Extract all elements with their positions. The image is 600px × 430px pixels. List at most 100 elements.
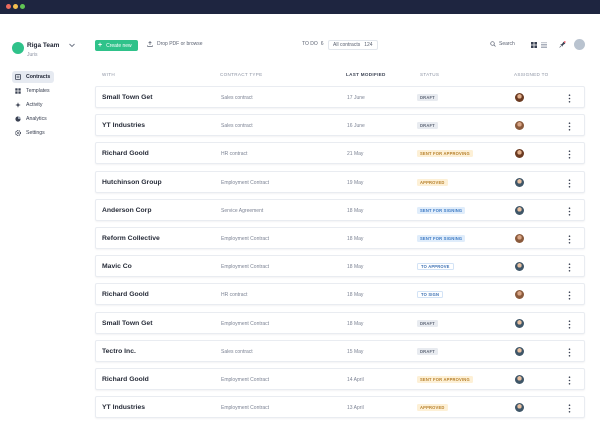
assignee-avatar[interactable] <box>515 374 524 384</box>
grid-view-icon[interactable] <box>531 42 537 48</box>
table-row[interactable]: Richard Goold Employment Contract 14 April… <box>95 367 585 390</box>
more-options-icon[interactable] <box>568 348 571 357</box>
column-header-with[interactable]: WITH <box>102 72 115 77</box>
sidebar-item-contracts[interactable]: Contracts <box>12 71 54 83</box>
table-row[interactable]: Small Town Get Employment Contract 18 May D… <box>95 311 585 334</box>
status-badge: DRAFT <box>417 94 438 101</box>
table-row[interactable]: Tectro Inc. Sales contract 15 May DRAFT <box>95 339 585 362</box>
more-options-icon[interactable] <box>568 178 571 188</box>
list-view-icon[interactable] <box>541 42 547 48</box>
contract-type: Employment Contract <box>221 235 270 242</box>
team-switcher[interactable]: Riga Team Juris <box>12 40 82 68</box>
table-row[interactable]: Hutchinson Group Employment Contract 19 Ma… <box>95 170 585 193</box>
status-badge: TO SIGN <box>417 291 444 299</box>
close-window-button[interactable] <box>6 4 11 9</box>
more-options-icon[interactable] <box>568 376 571 385</box>
user-avatar[interactable] <box>574 39 585 50</box>
contract-type: HR contract <box>221 151 248 158</box>
search-icon <box>490 41 496 47</box>
contract-type: Employment Contract <box>221 264 270 271</box>
table-row[interactable]: Richard Goold HR contract 18 May TO SIGN <box>95 283 585 306</box>
contract-type: Employment Contract <box>221 376 270 383</box>
sidebar-item-activity[interactable]: Activity <box>12 99 54 111</box>
contract-party: Richard Goold <box>102 150 149 158</box>
more-options-icon[interactable] <box>568 207 571 216</box>
assignee-avatar[interactable] <box>515 149 524 159</box>
more-options-icon[interactable] <box>568 291 571 300</box>
contracts-icon <box>15 74 21 80</box>
more-options-icon[interactable] <box>568 94 571 103</box>
all-contracts-filter[interactable]: All contracts 124 <box>328 40 378 50</box>
todo-count: 6 <box>320 41 324 47</box>
search-label: Search <box>499 41 515 47</box>
table-header: WITH CONTRACT TYPE LAST MODIFIED STATUS … <box>102 72 582 80</box>
last-modified: 18 May <box>347 207 364 214</box>
sidebar-item-settings[interactable]: Settings <box>12 127 54 139</box>
chevron-down-icon[interactable] <box>68 41 76 49</box>
contract-party: YT Industries <box>102 122 146 130</box>
last-modified: 18 May <box>347 320 364 327</box>
create-new-label: Create new <box>106 42 132 49</box>
contracts-list: Small Town Get Sales contract 17 June DRAFT… <box>95 86 585 424</box>
more-options-icon[interactable] <box>568 319 571 329</box>
status-badge: DRAFT <box>417 347 438 355</box>
contract-type: Employment Contract <box>221 320 270 327</box>
status-badge: DRAFT <box>417 122 438 130</box>
sidebar-item-analytics[interactable]: Analytics <box>12 113 54 125</box>
pin-icon[interactable] <box>559 41 566 48</box>
table-row[interactable]: Anderson Corp Service Agreement 18 May SENT… <box>95 198 585 221</box>
assignee-avatar[interactable] <box>515 318 524 328</box>
assignee-avatar[interactable] <box>515 262 524 272</box>
assignee-avatar[interactable] <box>515 346 524 356</box>
assignee-avatar[interactable] <box>515 205 524 215</box>
maximize-window-button[interactable] <box>20 4 25 9</box>
status-badge: SENT FOR APPROVING <box>417 150 473 158</box>
table-row[interactable]: Small Town Get Sales contract 17 June DRAFT <box>95 86 585 108</box>
team-user: Juris <box>27 52 38 58</box>
todo-label: TO DO <box>302 41 318 47</box>
contract-party: Mavic Co <box>102 263 132 271</box>
status-badge: SENT FOR SIGNING <box>417 234 466 242</box>
last-modified: 18 May <box>347 292 364 299</box>
last-modified: 18 May <box>347 235 364 242</box>
column-header-type[interactable]: CONTRACT TYPE <box>220 72 263 77</box>
last-modified: 14 April <box>347 376 364 383</box>
status-badge: SENT FOR SIGNING <box>417 206 466 214</box>
contract-type: Employment Contract <box>221 405 270 412</box>
table-row[interactable]: YT Industries Sales contract 16 June DRAFT <box>95 114 585 137</box>
column-header-status[interactable]: STATUS <box>420 72 439 77</box>
column-header-modified[interactable]: LAST MODIFIED <box>346 72 386 77</box>
sidebar-nav: Contracts Templates Activity Analytics S… <box>12 71 54 141</box>
table-row[interactable]: Richard Goold HR contract 21 May SENT FOR A… <box>95 142 585 165</box>
assignee-avatar[interactable] <box>515 233 524 243</box>
sidebar-item-templates[interactable]: Templates <box>12 85 54 97</box>
status-badge: SENT FOR APPROVING <box>417 375 473 383</box>
more-options-icon[interactable] <box>568 263 571 272</box>
assignee-avatar[interactable] <box>515 403 524 413</box>
minimize-window-button[interactable] <box>13 4 18 9</box>
more-options-icon[interactable] <box>568 122 571 131</box>
more-options-icon[interactable] <box>568 150 571 159</box>
team-name: Riga Team <box>27 42 60 49</box>
assignee-avatar[interactable] <box>515 121 524 131</box>
column-header-assigned[interactable]: ASSIGNED TO <box>514 72 549 77</box>
assignee-avatar[interactable] <box>515 290 524 300</box>
create-new-button[interactable]: + Create new <box>95 40 138 51</box>
todo-filter[interactable]: TO DO 6 <box>302 41 324 47</box>
contract-party: Richard Goold <box>102 291 149 299</box>
drop-pdf-button[interactable]: Drop PDF or browse <box>147 41 203 47</box>
table-row[interactable]: Mavic Co Employment Contract 18 May TO APPR… <box>95 255 585 278</box>
status-badge: APPROVED <box>417 178 448 186</box>
more-options-icon[interactable] <box>568 404 571 413</box>
contract-party: Hutchinson Group <box>102 178 162 186</box>
status-badge: DRAFT <box>417 319 438 327</box>
contract-type: Service Agreement <box>221 207 264 214</box>
plus-icon: + <box>98 42 103 49</box>
more-options-icon[interactable] <box>568 235 571 244</box>
table-row[interactable]: Reform Collective Employment Contract 18 M… <box>95 226 585 249</box>
search-button[interactable]: Search <box>490 41 515 47</box>
assignee-avatar[interactable] <box>515 177 524 187</box>
table-row[interactable]: YT Industries Employment Contract 13 April… <box>95 396 585 419</box>
all-contracts-label: All contracts <box>333 42 361 48</box>
assignee-avatar[interactable] <box>515 93 524 102</box>
